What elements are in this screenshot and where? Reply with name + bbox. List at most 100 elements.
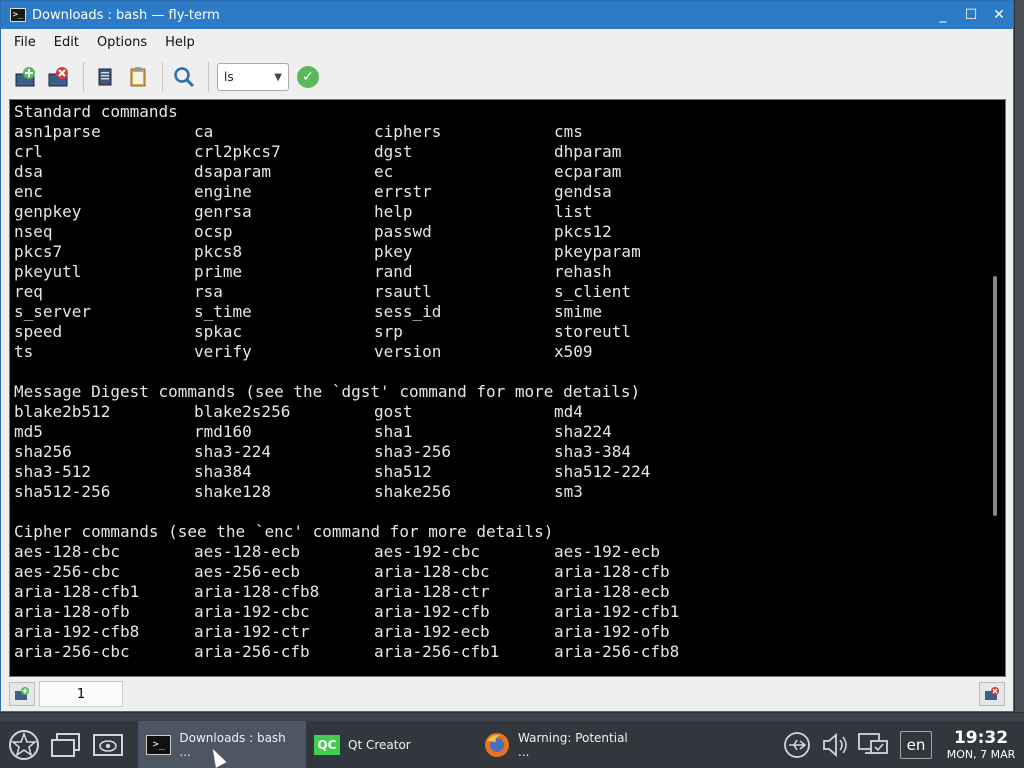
speaker-icon bbox=[823, 732, 847, 757]
command-row: ts verify version x509 bbox=[14, 342, 734, 362]
command-name: aria-192-cfb8 bbox=[14, 622, 140, 641]
command-row: pkeyutl prime rand rehash bbox=[14, 262, 734, 282]
section-heading: Cipher commands (see the `enc' command f… bbox=[14, 522, 554, 541]
star-menu-icon bbox=[9, 729, 39, 760]
run-command-button[interactable]: ✓ bbox=[297, 66, 319, 88]
show-desktop-button[interactable] bbox=[48, 727, 84, 763]
command-name: aria-192-cfb bbox=[374, 602, 490, 621]
command-name: aria-128-ofb bbox=[14, 602, 130, 621]
command-name: blake2s256 bbox=[194, 402, 291, 421]
terminal-output: Standard commands asn1parse ca ciphers cms cr… bbox=[14, 102, 734, 662]
command-name: ec bbox=[374, 162, 394, 181]
command-row: blake2b512 blake2s256 gost md4 bbox=[14, 402, 734, 422]
command-name: genrsa bbox=[194, 202, 252, 221]
terminal-tab[interactable]: 1 bbox=[39, 681, 123, 707]
network-share-button[interactable] bbox=[780, 728, 814, 762]
command-row: asn1parse ca ciphers cms bbox=[14, 122, 734, 142]
command-name: md5 bbox=[14, 422, 43, 441]
command-name: sha512 bbox=[374, 462, 432, 481]
command-name: pkeyparam bbox=[554, 242, 641, 261]
menu-options[interactable]: Options bbox=[88, 35, 156, 50]
close-tab-icon bbox=[48, 67, 68, 87]
command-name: sess_id bbox=[374, 302, 442, 321]
command-name: passwd bbox=[374, 222, 432, 241]
command-name: ecparam bbox=[554, 162, 622, 181]
command-name: nseq bbox=[14, 222, 53, 241]
command-row: aria-128-cfb1 aria-128-cfb8 aria-128-ctr ar… bbox=[14, 582, 734, 602]
menu-help[interactable]: Help bbox=[156, 35, 204, 50]
toolbar-separator bbox=[162, 62, 163, 92]
title-bar[interactable]: >_ Downloads : bash — fly-term _ ☐ ✕ bbox=[1, 1, 1013, 29]
minimize-button[interactable]: _ bbox=[929, 1, 957, 29]
add-tab-button[interactable] bbox=[9, 682, 35, 706]
command-name: crl bbox=[14, 142, 43, 161]
command-row: genpkey genrsa help list bbox=[14, 202, 734, 222]
task-firefox-warning[interactable]: Warning: Potential ... bbox=[476, 721, 646, 768]
command-row: s_server s_time sess_id smime bbox=[14, 302, 734, 322]
command-name: sha512-224 bbox=[554, 462, 651, 481]
copy-icon bbox=[98, 68, 112, 86]
desktop-background bbox=[1015, 0, 1024, 712]
window-title: Downloads : bash — fly-term bbox=[32, 7, 220, 23]
command-name: aria-192-ofb bbox=[554, 622, 670, 641]
usb-icon bbox=[784, 731, 810, 758]
command-name: sha3-256 bbox=[374, 442, 452, 461]
command-name: rmd160 bbox=[194, 422, 252, 441]
command-name: gendsa bbox=[554, 182, 612, 201]
close-tab-button[interactable] bbox=[44, 62, 74, 92]
clock[interactable]: 19:32 MON, 7 MAR bbox=[938, 728, 1024, 761]
command-select[interactable]: ls ▼ bbox=[217, 63, 289, 91]
command-name: prime bbox=[194, 262, 243, 281]
menu-edit[interactable]: Edit bbox=[45, 35, 88, 50]
command-name: ts bbox=[14, 342, 34, 361]
new-tab-button[interactable] bbox=[11, 62, 41, 92]
terminal-app-icon: >_ bbox=[10, 8, 26, 22]
command-name: aria-128-ecb bbox=[554, 582, 670, 601]
taskbar: >_ Downloads : bash ... QC Qt Creator Wa… bbox=[0, 721, 1024, 768]
keyboard-layout-indicator[interactable]: en bbox=[900, 730, 932, 759]
system-tray: en 19:32 MON, 7 MAR bbox=[780, 728, 1024, 762]
maximize-button[interactable]: ☐ bbox=[957, 1, 985, 29]
command-name: sha3-384 bbox=[554, 442, 632, 461]
command-name: sha384 bbox=[194, 462, 252, 481]
command-row: speed spkac srp storeutl bbox=[14, 322, 734, 342]
command-name: pkeyutl bbox=[14, 262, 82, 281]
command-name: ca bbox=[194, 122, 214, 141]
monitor-check-icon bbox=[858, 732, 888, 754]
command-row: aes-256-cbc aes-256-ecb aria-128-cbc aria-1… bbox=[14, 562, 734, 582]
command-name: sha224 bbox=[554, 422, 612, 441]
command-name: speed bbox=[14, 322, 63, 341]
command-name: blake2b512 bbox=[14, 402, 111, 421]
command-name: aria-256-cfb1 bbox=[374, 642, 500, 661]
toolbar: ls ▼ ✓ bbox=[1, 56, 1013, 98]
command-name: spkac bbox=[194, 322, 243, 341]
command-name: list bbox=[554, 202, 593, 221]
search-icon bbox=[174, 67, 195, 88]
menu-file[interactable]: File bbox=[5, 35, 45, 50]
task-qt-creator[interactable]: QC Qt Creator bbox=[306, 721, 476, 768]
volume-button[interactable] bbox=[818, 728, 852, 762]
display-button[interactable] bbox=[856, 728, 890, 762]
copy-button[interactable] bbox=[90, 62, 120, 92]
command-name: rehash bbox=[554, 262, 612, 281]
command-row: sha512-256 shake128 shake256 sm3 bbox=[14, 482, 734, 502]
desktop: >_ Downloads : bash — fly-term _ ☐ ✕ Fil… bbox=[0, 0, 1024, 768]
command-name: sm3 bbox=[554, 482, 583, 501]
command-name: sha3-224 bbox=[194, 442, 272, 461]
terminal-scrollbar[interactable] bbox=[993, 276, 997, 516]
command-name: engine bbox=[194, 182, 252, 201]
paste-button[interactable] bbox=[123, 62, 153, 92]
close-button[interactable]: ✕ bbox=[985, 1, 1013, 29]
command-name: aria-128-cfb1 bbox=[14, 582, 140, 601]
command-row: sha3-512 sha384 sha512 sha512-224 bbox=[14, 462, 734, 482]
remove-tab-button[interactable] bbox=[979, 682, 1005, 706]
terminal-area[interactable]: Standard commands asn1parse ca ciphers cms cr… bbox=[9, 99, 1006, 677]
command-name: pkcs7 bbox=[14, 242, 63, 261]
firefox-icon bbox=[484, 732, 510, 757]
tab-bar: 1 bbox=[1, 679, 1013, 709]
start-menu-button[interactable] bbox=[6, 727, 42, 763]
find-button[interactable] bbox=[169, 62, 199, 92]
screenshot-button[interactable] bbox=[90, 727, 126, 763]
command-name: rsautl bbox=[374, 282, 432, 301]
menu-bar: File Edit Options Help bbox=[1, 29, 1013, 56]
